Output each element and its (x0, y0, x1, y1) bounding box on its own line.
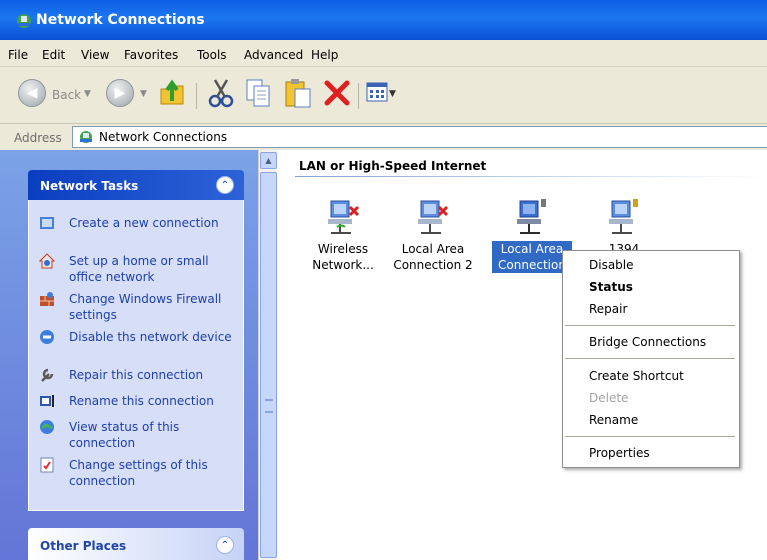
menu-separator (565, 436, 735, 437)
menu-bar: File Edit View Favorites Tools Advanced … (0, 40, 767, 67)
disable-device-icon (40, 330, 54, 344)
forward-button[interactable]: ▶ (106, 79, 134, 107)
folder-up-icon[interactable] (158, 77, 186, 107)
scroll-up-icon[interactable]: ▲ (260, 152, 277, 169)
task-label: Set up a home or small office network (69, 254, 209, 284)
task-pane-scrollbar[interactable]: ▲ (258, 150, 277, 560)
connection-label: Local Area Connection (492, 241, 572, 273)
views-dropdown-icon[interactable]: ▼ (389, 89, 396, 99)
menu-item-disable[interactable]: Disable (589, 258, 634, 272)
title-bar[interactable]: Network Connections (0, 0, 767, 40)
task-label: Repair this connection (69, 368, 204, 382)
task-pane: Network Tasks ⌃ Create a new connection … (0, 150, 258, 560)
network-connections-icon (80, 131, 92, 143)
toolbar-separator (196, 83, 197, 109)
task-label: Change Windows Firewall settings (69, 292, 222, 322)
task-label: Disable ths network device (69, 330, 232, 344)
task-label: View status of this connection (69, 420, 180, 450)
firewire-connection-icon (609, 199, 638, 234)
menu-item-bridge-connections[interactable]: Bridge Connections (589, 335, 706, 349)
new-connection-icon (40, 217, 54, 229)
status-icon (40, 420, 54, 434)
menu-tools[interactable]: Tools (197, 48, 227, 62)
grip-icon (265, 399, 273, 413)
cut-icon[interactable] (207, 77, 235, 109)
connection-local-area[interactable]: Local Area Connection (492, 195, 572, 285)
menu-favorites[interactable]: Favorites (124, 48, 178, 62)
back-dropdown-icon[interactable]: ▼ (84, 89, 91, 99)
other-places-header[interactable]: Other Places ⌃ (28, 528, 244, 560)
group-title: LAN or High-Speed Internet (299, 159, 487, 173)
firewall-icon (40, 292, 54, 306)
other-places-panel: Other Places ⌃ (28, 528, 244, 560)
network-tasks-header[interactable]: Network Tasks ⌃ (28, 170, 244, 200)
menu-item-rename[interactable]: Rename (589, 413, 638, 427)
other-places-title: Other Places (40, 539, 127, 553)
menu-item-properties[interactable]: Properties (589, 446, 650, 460)
menu-item-repair[interactable]: Repair (589, 302, 627, 316)
group-divider (295, 176, 767, 177)
copy-icon[interactable] (244, 77, 272, 109)
network-connections-icon (17, 14, 31, 28)
network-tasks-list: Create a new connection Set up a home or… (28, 200, 244, 511)
menu-item-create-shortcut[interactable]: Create Shortcut (589, 369, 684, 383)
collapse-icon[interactable]: ⌃ (216, 536, 234, 554)
wrench-icon (41, 368, 54, 382)
task-label: Create a new connection (69, 216, 219, 230)
window-title: Network Connections (36, 12, 205, 28)
menu-help[interactable]: Help (311, 48, 338, 62)
menu-separator (565, 325, 735, 326)
connection-label: Wireless Network... (312, 242, 374, 272)
back-button[interactable]: ◀ (18, 79, 46, 107)
wireless-network-icon (328, 200, 360, 234)
paste-icon[interactable] (283, 77, 313, 109)
menu-view[interactable]: View (81, 48, 109, 62)
address-value: Network Connections (99, 130, 228, 144)
delete-icon[interactable] (323, 79, 351, 107)
task-label: Rename this connection (69, 394, 214, 408)
settings-icon (40, 457, 54, 473)
network-tasks-title: Network Tasks (40, 179, 139, 193)
menu-item-status[interactable]: Status (589, 280, 633, 294)
address-bar: Address Network Connections (0, 124, 767, 151)
forward-arrow-icon: ▶ (114, 85, 126, 101)
back-label: Back (52, 88, 82, 102)
toolbar-separator-2 (358, 83, 359, 109)
lan-connection-icon (517, 199, 546, 234)
collapse-icon[interactable]: ⌃ (216, 176, 234, 194)
address-field[interactable]: Network Connections (72, 126, 767, 148)
network-tasks-panel: Network Tasks ⌃ Create a new connection … (28, 170, 244, 511)
scroll-thumb[interactable] (260, 172, 277, 558)
toolbar: ◀ Back ▼ ▶ ▼ ▼ (0, 67, 767, 124)
menu-advanced[interactable]: Advanced (244, 48, 303, 62)
home-network-icon (39, 253, 55, 269)
views-icon[interactable] (366, 81, 388, 103)
forward-dropdown-icon[interactable]: ▼ (140, 89, 147, 99)
lan-disconnected-icon (418, 200, 449, 234)
menu-separator (565, 358, 735, 359)
connection-wireless[interactable]: Wireless Network... (303, 195, 383, 285)
menu-item-delete: Delete (589, 391, 629, 405)
address-label: Address (14, 131, 62, 145)
menu-file[interactable]: File (8, 48, 28, 62)
back-arrow-icon: ◀ (26, 85, 38, 101)
rename-icon (40, 395, 54, 407)
menu-edit[interactable]: Edit (42, 48, 65, 62)
connection-label: Local Area Connection 2 (393, 242, 473, 272)
context-menu: Disable Status Repair Bridge Connections… (562, 250, 740, 468)
task-label: Change settings of this connection (69, 458, 208, 488)
connection-local-area-2[interactable]: Local Area Connection 2 (393, 195, 473, 285)
